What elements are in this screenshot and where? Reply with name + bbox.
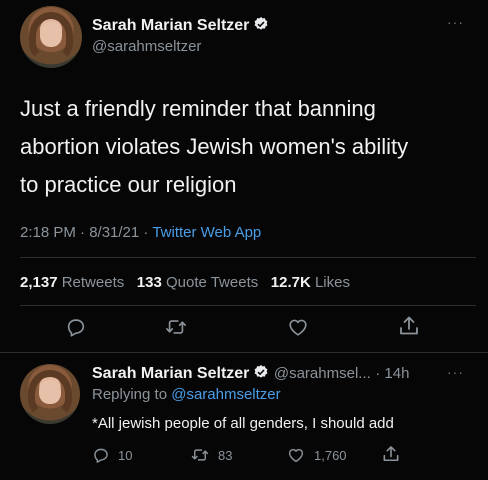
replying-to: Replying to @sarahmseltzer <box>92 386 281 403</box>
share-icon <box>383 446 399 462</box>
likes-stat[interactable]: 12.7K Likes <box>271 274 350 291</box>
retweet-button[interactable] <box>164 316 188 338</box>
author-handle[interactable]: @sarahmseltzer <box>92 38 201 55</box>
author-name-text[interactable]: Sarah Marian Seltzer <box>92 17 249 34</box>
reply-icon <box>67 319 85 337</box>
author-avatar[interactable] <box>20 6 82 68</box>
reply-reply-button[interactable]: 10 <box>92 446 132 464</box>
retweet-icon <box>166 320 186 334</box>
divider <box>20 305 476 306</box>
verified-badge-icon <box>255 17 268 30</box>
share-icon <box>400 316 418 335</box>
retweet-icon <box>191 449 209 461</box>
tweet-text-line: to practice our religion <box>20 172 237 197</box>
share-button[interactable] <box>397 314 421 338</box>
reply-button[interactable] <box>65 316 87 338</box>
like-count: 1,760 <box>314 447 347 463</box>
tweet-text: Just a friendly reminder that banning ab… <box>20 90 470 204</box>
retweet-count: 83 <box>218 447 233 463</box>
tweet-text-line: abortion violates Jewish women's ability <box>20 134 409 159</box>
like-icon <box>289 319 307 336</box>
reply-like-button[interactable]: 1,760 <box>286 446 347 464</box>
reply-icon <box>94 448 108 463</box>
reply-author-header: Sarah Marian Seltzer @sarahmsel... · 14h <box>92 364 409 383</box>
tweet-timestamp: 2:18 PM · 8/31/21 · Twitter Web App <box>20 224 261 241</box>
reply-text: *All jewish people of all genders, I sho… <box>92 415 394 432</box>
tweet-source[interactable]: Twitter Web App <box>152 224 261 241</box>
author-name[interactable]: Sarah Marian Seltzer <box>92 16 269 35</box>
engagement-stats: 2,137 Retweets 133 Quote Tweets 12.7K Li… <box>20 274 350 291</box>
tweet-time[interactable]: 2:18 PM · 8/31/21 · <box>20 224 152 241</box>
verified-badge-icon <box>255 365 268 378</box>
tweet-text-line: Just a friendly reminder that banning <box>20 96 376 121</box>
reply-share-button[interactable] <box>381 444 401 464</box>
like-icon <box>288 448 304 463</box>
quote-tweets-stat[interactable]: 133 Quote Tweets <box>137 274 258 291</box>
reply-more-icon[interactable]: ··· <box>447 364 464 380</box>
like-button[interactable] <box>286 316 310 338</box>
reply-time[interactable]: · 14h <box>375 365 409 382</box>
reply-author-avatar[interactable] <box>20 364 80 424</box>
reply-author-handle[interactable]: @sarahmsel... <box>274 365 371 382</box>
replying-handle-link[interactable]: @sarahmseltzer <box>171 386 280 403</box>
reply-retweet-button[interactable]: 83 <box>190 446 232 464</box>
reply-author-name[interactable]: Sarah Marian Seltzer <box>92 365 249 382</box>
reply-count: 10 <box>118 447 133 463</box>
divider <box>20 257 476 258</box>
more-icon[interactable]: ··· <box>447 14 464 30</box>
divider <box>0 352 488 353</box>
retweets-stat[interactable]: 2,137 Retweets <box>20 274 124 291</box>
replying-label: Replying to <box>92 386 172 403</box>
